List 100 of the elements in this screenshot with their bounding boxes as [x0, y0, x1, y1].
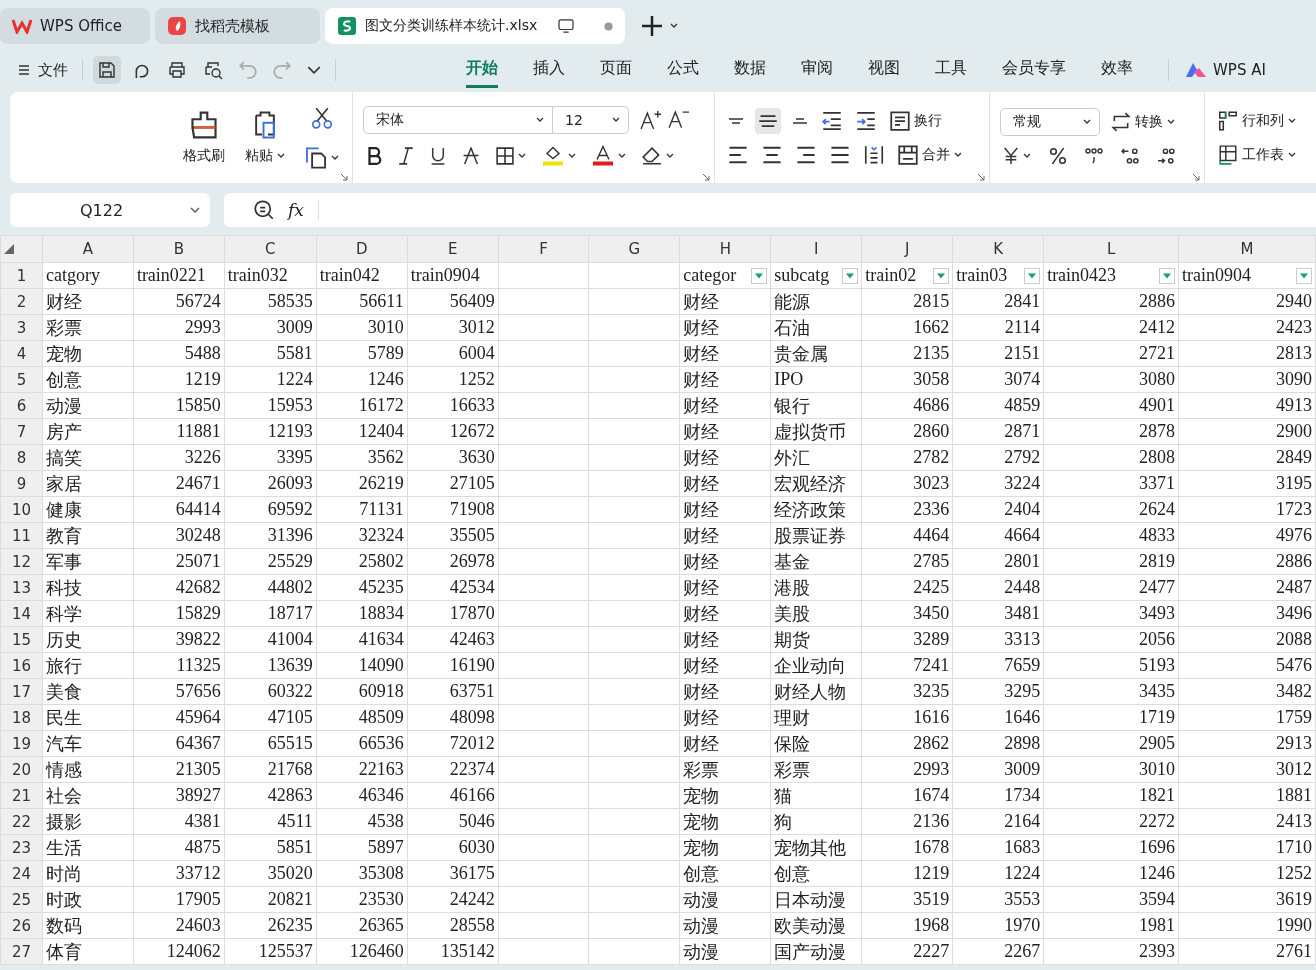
table-cell: 3009	[224, 314, 317, 341]
table-cell: 科技	[42, 574, 134, 601]
merge-button[interactable]: 合并	[895, 141, 965, 168]
ribbon-tab[interactable]: 公式	[667, 52, 699, 88]
row-header[interactable]: 15	[0, 626, 43, 653]
table-cell: 财经	[679, 600, 771, 627]
table-cell: 18717	[224, 600, 317, 627]
paste-button[interactable]: 粘贴	[242, 107, 288, 168]
worksheet-button[interactable]: 工作表	[1215, 141, 1299, 168]
ribbon-tab[interactable]: 开始	[466, 52, 498, 88]
table-cell: 15829	[133, 600, 225, 627]
row-header[interactable]: 18	[0, 704, 43, 731]
column-header[interactable]: A	[42, 235, 134, 263]
row-header[interactable]: 20	[0, 756, 43, 783]
ribbon-tab[interactable]: 工具	[935, 52, 967, 88]
rows-columns-button[interactable]: 行和列	[1215, 107, 1299, 134]
row-header[interactable]: 14	[0, 600, 43, 627]
row-header[interactable]: 9	[0, 470, 43, 497]
column-header[interactable]: F	[498, 235, 589, 263]
align-middle-button[interactable]	[755, 107, 781, 134]
number-format-select[interactable]: 常规	[1000, 107, 1100, 136]
ribbon-tab[interactable]: 会员专享	[1002, 52, 1066, 88]
file-menu[interactable]: 文件	[14, 56, 72, 84]
column-header[interactable]: D	[316, 235, 408, 263]
table-cell: 财经	[679, 626, 771, 653]
caret-icon	[536, 116, 544, 123]
filter-button[interactable]	[1296, 267, 1312, 284]
row-header[interactable]: 8	[0, 444, 43, 471]
table-cell: 家居	[42, 470, 134, 497]
font-select[interactable]: 宋体	[363, 105, 553, 134]
row-header[interactable]: 4	[0, 340, 43, 367]
row-header[interactable]: 6	[0, 392, 43, 419]
column-header[interactable]: G	[588, 235, 680, 263]
table-cell: 58535	[224, 288, 317, 315]
table-cell: 3224	[952, 470, 1044, 497]
column-header[interactable]: M	[1178, 235, 1316, 263]
column-header[interactable]: J	[861, 235, 953, 263]
column-header[interactable]: C	[224, 235, 317, 263]
filter-button[interactable]	[842, 267, 859, 284]
filter-button[interactable]	[1159, 267, 1175, 284]
column-header[interactable]: E	[407, 235, 499, 263]
row-header[interactable]: 1	[0, 262, 43, 289]
ribbon-tab[interactable]: 数据	[734, 52, 766, 88]
row-header[interactable]: 5	[0, 366, 43, 393]
row-header[interactable]: 12	[0, 548, 43, 575]
column-header[interactable]: I	[770, 235, 862, 263]
ribbon-tab[interactable]: 审阅	[801, 52, 833, 88]
ribbon-tab[interactable]: 效率	[1101, 52, 1133, 88]
table-cell: 2413	[1178, 808, 1316, 835]
window-tab[interactable]: 图文分类训练样本统计.xlsx	[325, 8, 625, 44]
ribbon-tab[interactable]: 视图	[868, 52, 900, 88]
table-cell: 动漫	[679, 938, 771, 965]
save-button[interactable]	[93, 56, 121, 84]
table-cell: 26365	[316, 912, 408, 939]
window-tab[interactable]: 找稻壳模板	[155, 8, 320, 44]
column-header[interactable]: H	[679, 235, 771, 263]
column-header[interactable]: B	[133, 235, 225, 263]
ai-button[interactable]: WPS AI	[1179, 60, 1272, 80]
row-header[interactable]: 16	[0, 652, 43, 679]
row-header[interactable]: 26	[0, 912, 43, 939]
column-header[interactable]: K	[952, 235, 1044, 263]
format-painter-button[interactable]: 格式刷	[180, 107, 228, 168]
row-header[interactable]: 22	[0, 808, 43, 835]
row-header[interactable]: 17	[0, 678, 43, 705]
row-header[interactable]: 13	[0, 574, 43, 601]
column-header[interactable]: L	[1043, 235, 1179, 263]
row-header[interactable]: 24	[0, 860, 43, 887]
table-cell: 44802	[224, 574, 317, 601]
filter-button[interactable]	[751, 267, 768, 284]
select-all-corner[interactable]	[0, 235, 43, 263]
row-header[interactable]: 21	[0, 782, 43, 809]
window-tab[interactable]: WPS Office	[0, 8, 150, 44]
table-cell: 国产动漫	[770, 938, 862, 965]
table-cell: 42682	[133, 574, 225, 601]
row-header[interactable]: 2	[0, 288, 43, 315]
row-header[interactable]: 23	[0, 834, 43, 861]
caret-icon	[1167, 118, 1175, 125]
row-header[interactable]: 7	[0, 418, 43, 445]
table-cell: 2900	[1178, 418, 1316, 445]
filter-button[interactable]	[1024, 267, 1041, 284]
filter-button[interactable]	[933, 267, 950, 284]
table-cell: 2114	[952, 314, 1044, 341]
row-header[interactable]: 25	[0, 886, 43, 913]
row-header[interactable]: 10	[0, 496, 43, 523]
name-box[interactable]: Q122	[10, 193, 210, 227]
row-header[interactable]: 27	[0, 938, 43, 965]
align-bottom-icon	[792, 117, 808, 124]
formula-bar[interactable]: fx	[224, 193, 1316, 227]
wrap-text-button[interactable]: 换行	[887, 107, 945, 134]
row-header[interactable]: 19	[0, 730, 43, 757]
table-cell: 动漫	[42, 392, 134, 419]
font-size-select[interactable]: 12	[553, 105, 629, 134]
row-header[interactable]: 3	[0, 314, 43, 341]
convert-button[interactable]: 转换	[1108, 108, 1178, 135]
table-cell: 2871	[952, 418, 1044, 445]
ribbon-tab[interactable]: 页面	[600, 52, 632, 88]
ribbon-tab[interactable]: 插入	[533, 52, 565, 88]
row-header[interactable]: 11	[0, 522, 43, 549]
function-label[interactable]: fx	[288, 200, 319, 220]
table-cell: 69592	[224, 496, 317, 523]
